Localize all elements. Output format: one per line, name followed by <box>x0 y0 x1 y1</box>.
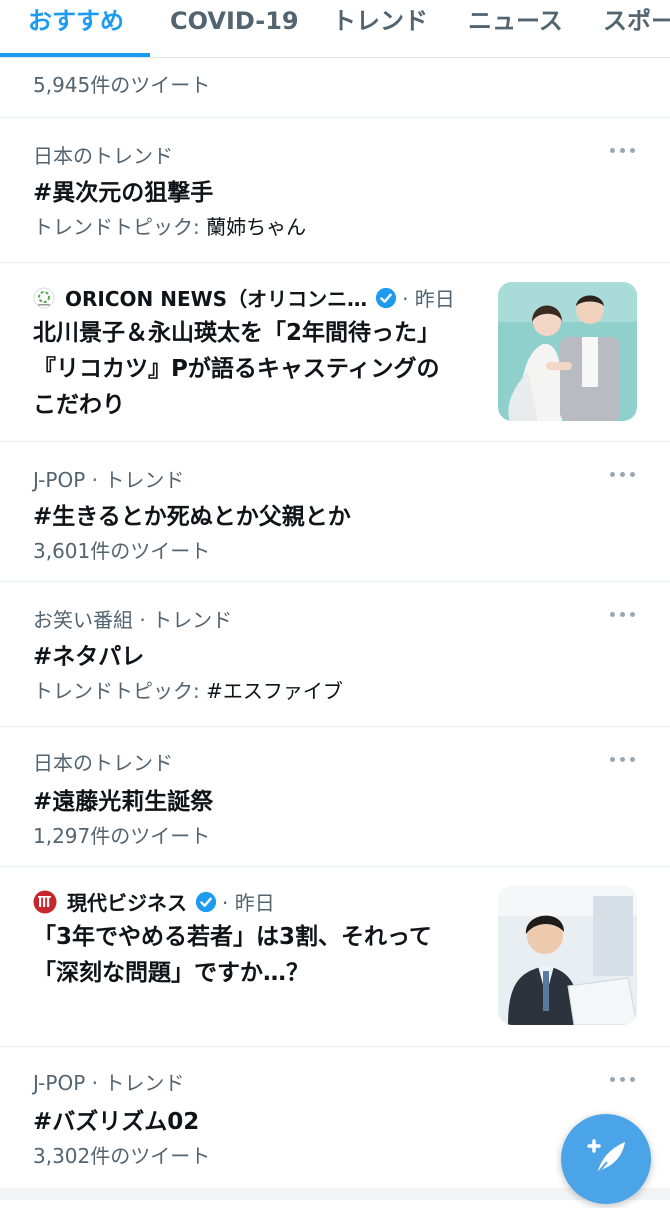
headline-line: 「深刻な問題」ですか…？ <box>33 960 309 986</box>
headline-line: 『リコカツ』Pが語るキャスティングの <box>33 356 440 382</box>
trend-item[interactable]: 日本のトレンド #遠藤光莉生誕祭 1,297件のツイート <box>0 727 670 867</box>
tweet-count: 5,945件のツイート <box>33 73 211 97</box>
tweet-count: 1,297件のツイート <box>33 824 211 848</box>
trend-category: お笑い番組 · トレンド <box>33 608 233 632</box>
tweet-count: 3,601件のツイート <box>33 539 211 563</box>
news-headline: 「3年でやめる若者」は3割、それって 「深刻な問題」ですか…？ <box>33 919 432 991</box>
businessman-photo-icon <box>498 886 637 1025</box>
news-source: ORICON NEWS（オリコンニ… <box>65 287 368 311</box>
news-thumbnail[interactable] <box>498 886 637 1025</box>
more-options-icon[interactable] <box>610 749 636 769</box>
active-tab-indicator <box>0 53 150 57</box>
news-source-line: ORICON NEWS（オリコンニ… · 昨日 <box>33 283 455 312</box>
topic-value: #エスファイブ <box>206 679 343 703</box>
news-thumbnail[interactable] <box>498 282 637 421</box>
trend-category: 日本のトレンド <box>33 751 173 775</box>
trend-title: #バズリズム02 <box>33 1109 200 1135</box>
more-options-icon[interactable] <box>610 604 636 624</box>
tab-recommended[interactable]: おすすめ <box>28 0 124 57</box>
news-time: · 昨日 <box>402 287 455 311</box>
news-source-line: 現代ビジネス · 昨日 <box>33 887 275 916</box>
headline-line: 北川景子＆永山瑛太を「2年間待った」 <box>33 320 441 346</box>
oricon-logo-icon <box>33 287 55 308</box>
trend-item[interactable]: 5,945件のツイート <box>0 58 670 118</box>
trend-item[interactable]: J-POP · トレンド #生きるとか死ぬとか父親とか 3,601件のツイート <box>0 442 670 582</box>
trend-title: #ネタパレ <box>33 644 145 670</box>
tab-sports[interactable]: スポー <box>603 0 670 57</box>
trend-category: 日本のトレンド <box>33 144 173 168</box>
news-time: · 昨日 <box>222 891 275 915</box>
trend-item[interactable]: お笑い番組 · トレンド #ネタパレ トレンドトピック: #エスファイブ <box>0 582 670 727</box>
news-item[interactable]: ORICON NEWS（オリコンニ… · 昨日 北川景子＆永山瑛太を「2年間待っ… <box>0 263 670 442</box>
news-item[interactable]: 現代ビジネス · 昨日 「3年でやめる若者」は3割、それって 「深刻な問題」です… <box>0 867 670 1047</box>
tab-covid19[interactable]: COVID-19 <box>170 0 299 57</box>
trend-item[interactable]: 日本のトレンド #異次元の狙撃手 トレンドトピック: 蘭姉ちゃん <box>0 118 670 263</box>
topic-value: 蘭姉ちゃん <box>206 215 307 239</box>
trend-category: J-POP · トレンド <box>33 1071 185 1095</box>
trend-title: #遠藤光莉生誕祭 <box>33 789 214 815</box>
trend-topic: トレンドトピック: 蘭姉ちゃん <box>33 211 306 240</box>
verified-badge-icon <box>376 287 397 308</box>
topic-label: トレンドトピック: <box>33 215 207 239</box>
compose-tweet-button[interactable] <box>561 1114 651 1204</box>
verified-badge-icon <box>195 891 217 912</box>
news-headline: 北川景子＆永山瑛太を「2年間待った」 『リコカツ』Pが語るキャスティングの こだ… <box>33 315 440 423</box>
explore-tab-bar: おすすめ COVID-19 トレンド ニュース スポー <box>0 0 670 58</box>
more-options-icon[interactable] <box>610 1069 636 1089</box>
wedding-photo-icon <box>498 282 637 421</box>
gendai-business-logo-icon <box>33 890 57 913</box>
tweet-count: 3,302件のツイート <box>33 1144 211 1168</box>
topic-label: トレンドトピック: <box>33 679 207 703</box>
tab-news[interactable]: ニュース <box>468 0 563 57</box>
more-options-icon[interactable] <box>610 464 636 484</box>
more-options-icon[interactable] <box>610 140 636 160</box>
headline-line: 「3年でやめる若者」は3割、それって <box>33 924 432 950</box>
trend-category: J-POP · トレンド <box>33 468 185 492</box>
tab-trends[interactable]: トレンド <box>332 0 428 57</box>
trend-title: #異次元の狙撃手 <box>33 180 214 206</box>
news-source: 現代ビジネス <box>67 891 187 915</box>
trend-title: #生きるとか死ぬとか父親とか <box>33 504 351 530</box>
headline-line: こだわり <box>33 392 125 418</box>
trend-topic: トレンドトピック: #エスファイブ <box>33 675 343 704</box>
quill-compose-icon <box>587 1139 625 1175</box>
